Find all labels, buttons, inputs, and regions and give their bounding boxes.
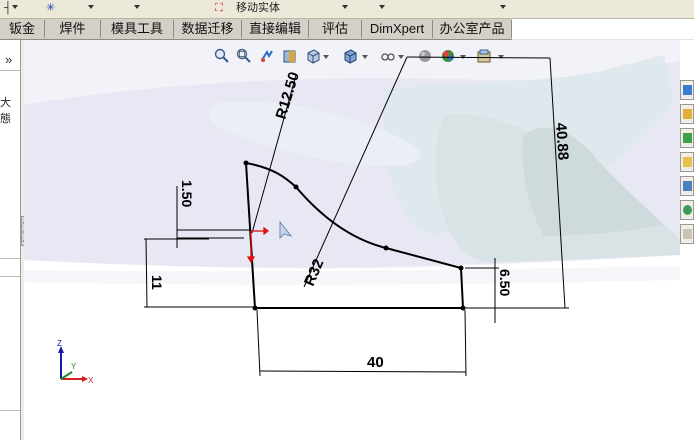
asterisk-icon[interactable]: ✳ [46,0,55,18]
view-palette-icon [683,181,692,191]
dimension-r12-50: R12.50 [273,70,303,121]
file-explorer-tab[interactable] [680,128,694,148]
dimension-leader [406,56,551,59]
dimension-1-50: 1.50 [179,180,195,207]
tab-weldments[interactable]: 焊件 [45,20,101,38]
dimension-40: 40 [367,354,384,371]
dimension-6-50: 6.50 [497,269,513,296]
tab-direct-editing[interactable]: 直接编辑 [242,20,309,38]
dropdown-arrow-icon[interactable] [342,5,348,9]
move-body-icon[interactable]: ⛶ [215,0,223,18]
panel-partial-label: 大態 [0,97,11,125]
divider [0,410,20,411]
dimension-line [549,57,566,309]
sketch-point [458,265,464,271]
axis-z-label: Z [57,339,62,348]
solidworks-resources-icon [683,85,692,95]
tab-mold-tools[interactable]: 模具工具 [101,20,174,38]
feature-manager-panel: » 大態 [0,40,21,440]
tab-sheet-metal[interactable]: 钣金 [0,20,45,38]
dropdown-arrow-icon[interactable] [88,5,94,9]
mouse-cursor-icon [279,220,293,240]
extension-line [464,309,467,377]
tab-data-migration[interactable]: 数据迁移 [174,20,242,38]
file-explorer-icon [683,133,692,143]
sketch-point [243,160,249,166]
expand-panel-button[interactable]: » [5,52,12,67]
graphics-area[interactable]: R12.50 R32 40.88 1.50 11 6.50 40 Z Y X [24,40,680,440]
task-pane-tabs [680,80,694,250]
sketch-point [293,184,299,190]
solidworks-resources-tab[interactable] [680,80,694,100]
dimension-line [259,370,467,373]
dimension-40-88: 40.88 [552,122,572,161]
extension-line [256,309,261,377]
axis-x-label: X [88,376,94,385]
appearances-tab[interactable] [680,200,694,220]
sketch-point [252,305,258,311]
dropdown-arrow-icon[interactable] [379,5,385,9]
design-library-icon [683,109,692,119]
divider [0,70,20,71]
custom-properties-icon [683,229,692,239]
axis-y-label: Y [71,362,77,371]
sketch-canvas[interactable]: R12.50 R32 40.88 1.50 11 6.50 40 Z Y X [24,40,680,440]
sketch-point [460,305,466,311]
appearances-icon [683,205,692,215]
tab-evaluate[interactable]: 评估 [309,20,362,38]
tab-dimxpert[interactable]: DimXpert [362,20,433,38]
sketch-profile [244,161,465,309]
dropdown-arrow-icon[interactable] [134,5,140,9]
folder-tab[interactable] [680,152,694,172]
custom-properties-tab[interactable] [680,224,694,244]
dimension-r32: R32 [301,257,327,289]
view-palette-tab[interactable] [680,176,694,196]
command-toolbar: ┤ ✳ ⛶ 移动实体 [0,0,694,19]
origin-marker [246,226,270,264]
tabs-empty-area [512,19,694,40]
dimension-leader [303,56,408,288]
dropdown-arrow-icon[interactable] [500,5,506,9]
move-body-button[interactable]: 移动实体 [236,0,280,18]
dimension-11: 11 [149,275,165,290]
command-manager-tabs: 钣金 焊件 模具工具 数据迁移 直接编辑 评估 DimXpert 办公室产品 [0,19,512,40]
design-library-tab[interactable] [680,104,694,124]
folder-icon [683,157,692,167]
toolbar-fragment-icon[interactable]: ┤ [4,0,12,18]
tab-office-products[interactable]: 办公室产品 [433,20,512,38]
dimension-line [145,238,148,308]
divider [0,276,20,277]
sketch-point [383,245,389,251]
dropdown-arrow-icon[interactable] [12,5,18,9]
divider [0,258,20,259]
